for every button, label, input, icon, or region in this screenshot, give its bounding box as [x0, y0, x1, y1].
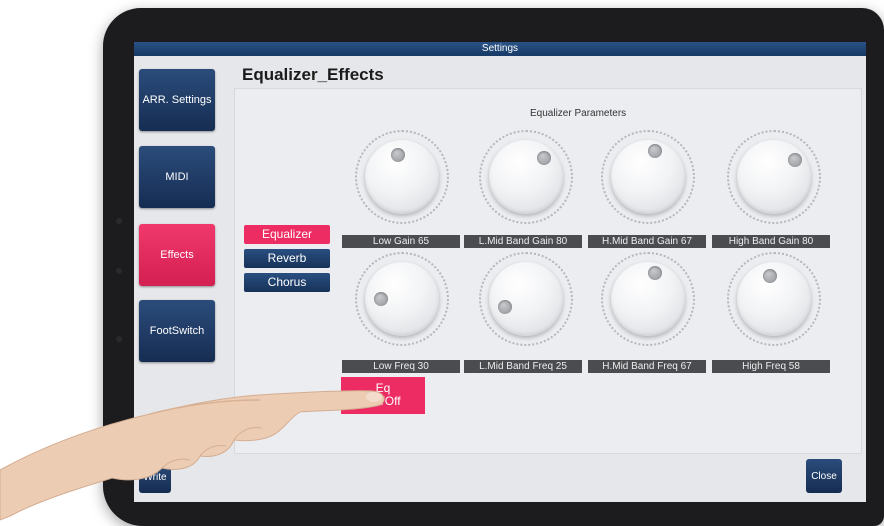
knob-indicator — [537, 151, 551, 165]
knob-body — [365, 262, 439, 336]
page-title: Equalizer_Effects — [242, 65, 384, 84]
window-title: Settings — [134, 42, 866, 56]
category-equalizer-button[interactable]: Equalizer — [244, 225, 330, 244]
knob-high-freq[interactable] — [722, 249, 832, 349]
knob-low-freq[interactable] — [350, 249, 460, 349]
knob-body — [489, 140, 563, 214]
knob-indicator — [648, 266, 662, 280]
knob-body — [365, 140, 439, 214]
tablet-sensor-2 — [116, 336, 122, 342]
knob-body — [489, 262, 563, 336]
close-button[interactable]: Close — [806, 459, 842, 493]
knob-indicator — [648, 144, 662, 158]
knob-label-hmid-freq: H.Mid Band Freq 67 — [588, 360, 706, 373]
knob-low-gain[interactable] — [350, 127, 460, 227]
knob-high-gain[interactable] — [722, 127, 832, 227]
knob-label-lmid-freq: L.Mid Band Freq 25 — [464, 360, 582, 373]
sidebar-item-midi[interactable]: MIDI — [139, 146, 215, 208]
knob-label-high-freq: High Freq 58 — [712, 360, 830, 373]
pointing-hand — [0, 390, 385, 521]
knob-hmid-freq[interactable] — [596, 249, 706, 349]
knob-label-high-gain: High Band Gain 80 — [712, 235, 830, 248]
sidebar-item-effects[interactable]: Effects — [139, 224, 215, 286]
knob-label-low-gain: Low Gain 65 — [342, 235, 460, 248]
knob-body — [737, 140, 811, 214]
tablet-sensor — [116, 268, 122, 274]
knob-indicator — [763, 269, 777, 283]
knob-body — [737, 262, 811, 336]
knob-indicator — [391, 148, 405, 162]
sidebar-item-footswitch[interactable]: FootSwitch — [139, 300, 215, 362]
tablet-camera — [116, 218, 122, 224]
knob-body — [611, 262, 685, 336]
knob-label-lmid-gain: L.Mid Band Gain 80 — [464, 235, 582, 248]
knob-indicator — [374, 292, 388, 306]
knob-indicator — [498, 300, 512, 314]
sidebar-item-arr-settings[interactable]: ARR. Settings — [139, 69, 215, 131]
knob-lmid-freq[interactable] — [474, 249, 584, 349]
knob-label-hmid-gain: H.Mid Band Gain 67 — [588, 235, 706, 248]
knob-indicator — [788, 153, 802, 167]
category-reverb-button[interactable]: Reverb — [244, 249, 330, 268]
knob-hmid-gain[interactable] — [596, 127, 706, 227]
knob-lmid-gain[interactable] — [474, 127, 584, 227]
knob-body — [611, 140, 685, 214]
section-title: Equalizer Parameters — [530, 108, 627, 119]
category-chorus-button[interactable]: Chorus — [244, 273, 330, 292]
